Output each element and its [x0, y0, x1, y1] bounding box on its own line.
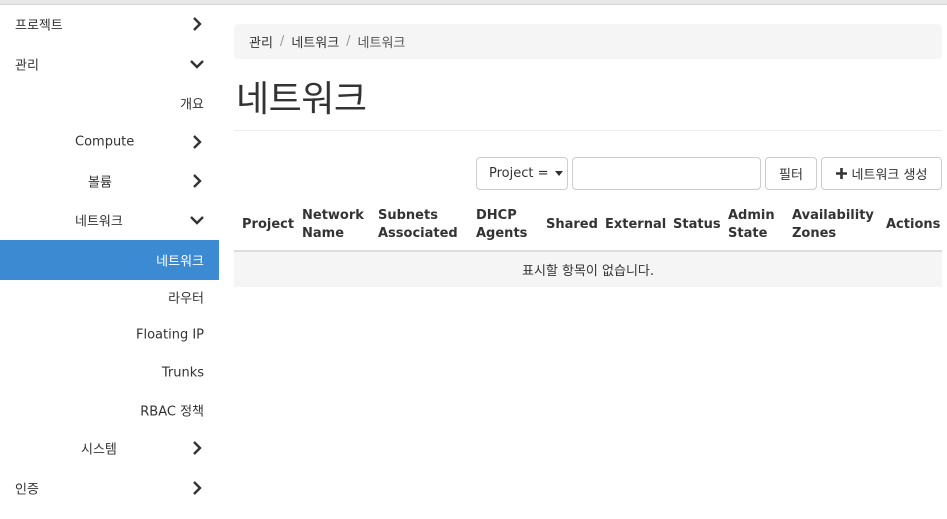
- sidebar-item-rbac-policies[interactable]: RBAC 정책: [0, 391, 219, 429]
- sidebar-item-label: 관리: [15, 58, 39, 74]
- filter-input[interactable]: [572, 157, 761, 190]
- sidebar-item-label: 시스템: [81, 442, 117, 458]
- plus-icon: [835, 168, 847, 179]
- sidebar-item-system[interactable]: 시스템: [0, 429, 219, 467]
- column-header-availability-zones[interactable]: Availability Zones: [792, 207, 874, 243]
- filter-field-label: Project =: [489, 166, 549, 181]
- caret-down-icon: [554, 171, 563, 176]
- column-header-admin-state[interactable]: Admin State: [728, 207, 778, 243]
- sidebar-item-networks[interactable]: 네트워크: [0, 240, 219, 280]
- sidebar-item-floating-ip[interactable]: Floating IP: [0, 316, 219, 354]
- page-title: 네트워크: [236, 79, 367, 120]
- sidebar-item-label: 볼륨: [88, 175, 112, 191]
- breadcrumb-separator: /: [346, 34, 351, 49]
- sidebar-item-compute[interactable]: Compute: [0, 123, 219, 161]
- column-header-external[interactable]: External: [605, 216, 666, 234]
- breadcrumb: 관리 / 네트워크 / 네트워크: [234, 24, 942, 59]
- chevron-right-icon: [193, 17, 202, 31]
- sidebar-item-label: Trunks: [161, 365, 204, 381]
- sidebar-item-label: Compute: [75, 134, 135, 150]
- create-network-label: 네트워크 생성: [851, 168, 928, 183]
- sidebar-item-label: 프로젝트: [15, 18, 63, 34]
- networks-table: Project Network Name Subnets Associated …: [234, 200, 942, 287]
- sidebar-item-trunks[interactable]: Trunks: [0, 354, 219, 392]
- breadcrumb-separator: /: [279, 34, 285, 49]
- sidebar-item-label: RBAC 정책: [140, 404, 204, 420]
- column-header-actions: Actions: [886, 217, 941, 232]
- chevron-right-icon: [193, 174, 202, 188]
- column-header-dhcp-agents[interactable]: DHCP Agents: [476, 207, 536, 243]
- sidebar-item-label: 인증: [15, 482, 39, 498]
- chevron-right-icon: [193, 441, 202, 455]
- breadcrumb-item-network[interactable]: 네트워크: [291, 32, 339, 51]
- sidebar: 프로젝트 관리 개요 Compute 볼륨 네트워크 네트워크 라우터 Floa…: [0, 5, 219, 519]
- filter-button-label: 필터: [779, 168, 803, 183]
- title-divider: [234, 130, 942, 131]
- table-header: Project Network Name Subnets Associated …: [234, 200, 942, 252]
- sidebar-item-volumes[interactable]: 볼륨: [0, 162, 219, 200]
- filter-button[interactable]: 필터: [765, 157, 817, 190]
- sidebar-item-identity[interactable]: 인증: [0, 469, 219, 507]
- breadcrumb-item-current: 네트워크: [357, 36, 406, 51]
- sidebar-item-project[interactable]: 프로젝트: [0, 5, 219, 43]
- filter-field-dropdown[interactable]: Project =: [476, 157, 568, 190]
- empty-message: 표시할 항목이 없습니다.: [522, 264, 654, 279]
- chevron-right-icon: [193, 135, 202, 149]
- sidebar-item-overview[interactable]: 개요: [0, 84, 219, 122]
- breadcrumb-item-admin[interactable]: 관리: [249, 32, 273, 51]
- create-network-button[interactable]: 네트워크 생성: [821, 157, 942, 190]
- sidebar-item-label: Floating IP: [135, 327, 204, 343]
- sidebar-item-label: 네트워크: [156, 254, 204, 270]
- sidebar-item-network-group[interactable]: 네트워크: [0, 201, 219, 239]
- column-header-project[interactable]: Project: [242, 216, 294, 234]
- sidebar-item-label: 라우터: [168, 291, 204, 307]
- column-header-network-name[interactable]: Network Name: [302, 207, 372, 243]
- column-header-subnets-associated[interactable]: Subnets Associated: [378, 207, 468, 243]
- sidebar-item-label: 네트워크: [75, 214, 123, 230]
- column-header-status[interactable]: Status: [673, 216, 721, 234]
- sidebar-item-label: 개요: [180, 97, 204, 113]
- sidebar-item-routers[interactable]: 라우터: [0, 278, 219, 316]
- column-header-shared[interactable]: Shared: [546, 216, 598, 234]
- sidebar-item-admin[interactable]: 관리: [0, 45, 219, 83]
- chevron-down-icon: [190, 216, 204, 225]
- table-empty-row: 표시할 항목이 없습니다.: [234, 252, 942, 287]
- chevron-down-icon: [190, 60, 204, 69]
- chevron-right-icon: [193, 481, 202, 495]
